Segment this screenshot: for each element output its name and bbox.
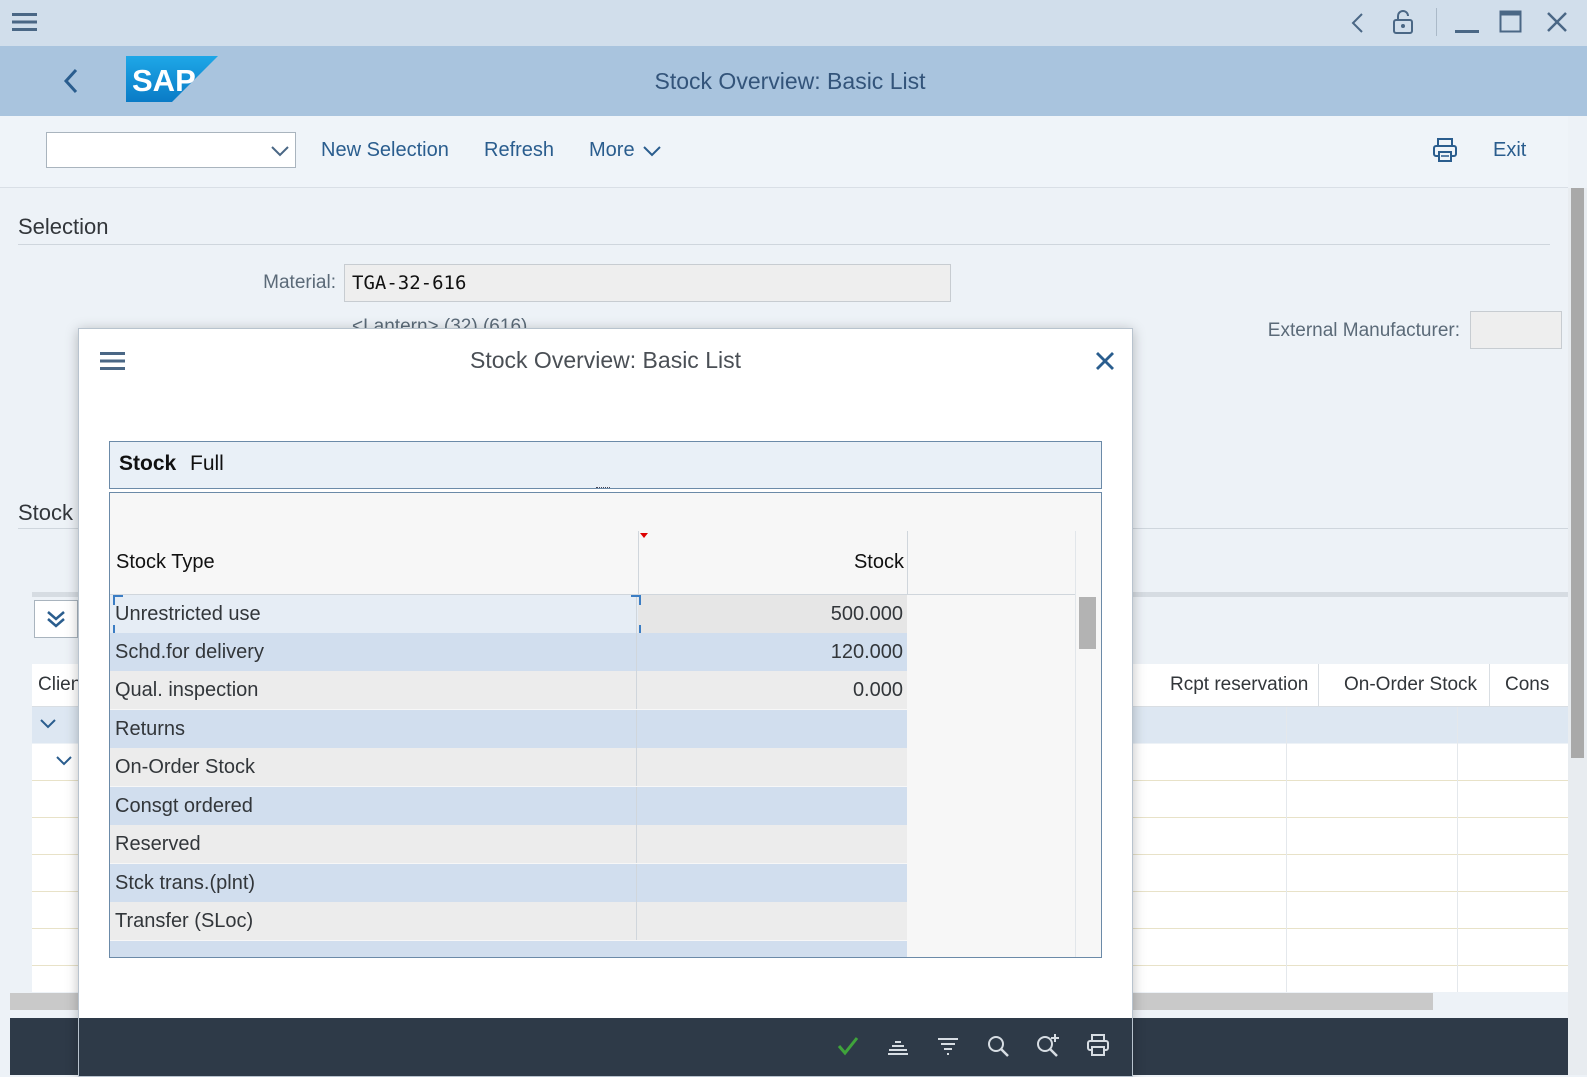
double-chevron-down-icon	[46, 609, 66, 629]
panel-header: Stock Full	[109, 441, 1102, 489]
stock-heading: Stock	[18, 500, 74, 525]
page-scrollbar-track[interactable]	[1568, 188, 1587, 1075]
application-toolbar: New Selection Refresh More Exit	[0, 116, 1568, 188]
table-row[interactable]: Qual. inspection 0.000	[110, 671, 907, 709]
close-icon[interactable]	[1095, 351, 1115, 371]
cell-stock	[638, 864, 907, 902]
table-row[interactable]: On-Order Stock	[110, 748, 907, 786]
chevron-down-icon[interactable]	[40, 719, 56, 729]
back-chevron-icon[interactable]	[62, 68, 80, 94]
divider	[18, 244, 1550, 245]
cell-stock: 0.000	[852, 679, 903, 701]
dialog-footer	[79, 1018, 1132, 1076]
table-row[interactable]: Returns	[110, 710, 907, 748]
divider	[1436, 8, 1437, 36]
cell-stock-type: Transfer (SLoc)	[110, 902, 637, 940]
unlock-icon[interactable]	[1392, 9, 1414, 35]
material-value: TGA-32-616	[352, 272, 467, 294]
col-divider	[907, 531, 908, 594]
more-label: More	[589, 139, 635, 161]
focus-frame	[113, 595, 641, 635]
more-chevron-icon	[643, 145, 661, 157]
table-row[interactable]: Transfer (SLoc)	[110, 902, 907, 940]
cell-stock: 120.000	[830, 641, 903, 663]
dialog-title: Stock Overview: Basic List	[470, 347, 741, 373]
svg-text:SAP: SAP	[132, 63, 196, 98]
table-header: Stock Type Stock	[110, 531, 1075, 595]
col-divider	[1318, 664, 1319, 706]
more-button[interactable]: More	[589, 139, 635, 162]
col-header-on-order-stock[interactable]: On-Order Stock	[1344, 674, 1477, 696]
cell-stock	[638, 710, 907, 748]
table-row[interactable]: Schd.for delivery 120.000	[110, 633, 907, 671]
chevron-down-icon	[271, 145, 289, 157]
cell-stock	[638, 787, 907, 825]
table-row[interactable]: Reserved	[110, 825, 907, 863]
page-title: Stock Overview: Basic List	[654, 68, 926, 94]
cell-stock	[638, 748, 907, 786]
table-row[interactable]: Consgt ordered	[110, 787, 907, 825]
table-row-partial[interactable]	[110, 941, 907, 957]
expand-all-button[interactable]	[34, 600, 78, 638]
cell-stock-type: Consgt ordered	[110, 787, 637, 825]
col-header-consignment[interactable]: Cons	[1505, 674, 1549, 696]
minimize-icon[interactable]	[1455, 10, 1479, 34]
col-divider	[1457, 707, 1458, 992]
chevron-down-icon[interactable]	[56, 756, 72, 766]
col-header-stock[interactable]: Stock	[638, 551, 904, 574]
selection-heading: Selection	[18, 214, 109, 239]
panel-title-bold: Stock	[119, 452, 177, 475]
cell-stock-type: Stck trans.(plnt)	[110, 864, 637, 902]
panel-title-rest: Full	[190, 452, 224, 475]
material-field[interactable]: TGA-32-616	[344, 264, 951, 302]
window-title-bar	[0, 0, 1587, 46]
search-next-icon[interactable]	[1036, 1033, 1060, 1057]
col-header-client[interactable]: Clien	[38, 674, 81, 696]
maximize-icon[interactable]	[1499, 10, 1523, 34]
col-header-stock-type[interactable]: Stock Type	[116, 551, 215, 574]
sap-logo: SAP	[126, 56, 218, 102]
cell-stock	[638, 825, 907, 863]
sort-marker-icon	[640, 533, 648, 538]
dialog-menu-icon[interactable]	[100, 351, 125, 371]
col-divider	[1286, 707, 1287, 992]
shell-bar: SAP Stock Overview: Basic List	[0, 46, 1587, 116]
material-description: <Lantern> (32) (616)	[352, 316, 528, 328]
chevron-left-icon[interactable]	[1350, 12, 1366, 34]
cell-stock-type: Returns	[110, 710, 637, 748]
print-icon[interactable]	[1087, 1034, 1109, 1056]
exit-button[interactable]: Exit	[1493, 139, 1526, 162]
col-header-rcpt-reservation[interactable]: Rcpt reservation	[1170, 674, 1308, 696]
filter-icon[interactable]	[937, 1036, 959, 1056]
table-row[interactable]: Stck trans.(plnt)	[110, 864, 907, 902]
table-scrollbar-track[interactable]	[1077, 595, 1099, 957]
material-label: Material:	[263, 272, 336, 293]
page-scrollbar-thumb[interactable]	[1571, 188, 1584, 758]
col-divider	[1075, 531, 1076, 957]
cell-stock-type: Reserved	[110, 825, 637, 863]
hamburger-menu-icon[interactable]	[12, 12, 37, 32]
close-window-icon[interactable]	[1546, 11, 1568, 33]
refresh-button[interactable]: Refresh	[484, 139, 554, 162]
cell-stock-type: Qual. inspection	[110, 671, 637, 709]
external-manufacturer-label: External Manufacturer:	[1267, 320, 1460, 341]
printer-icon[interactable]	[1433, 138, 1457, 162]
search-icon[interactable]	[987, 1035, 1009, 1057]
cell-stock-type: On-Order Stock	[110, 748, 637, 786]
cell-stock-type: Schd.for delivery	[110, 633, 637, 671]
external-manufacturer-field[interactable]	[1470, 311, 1562, 349]
table-scrollbar-thumb[interactable]	[1079, 597, 1096, 649]
splitter-handle[interactable]	[596, 487, 610, 491]
stock-table: Stock Type Stock Unrestricted use 500.00…	[109, 492, 1102, 958]
command-dropdown[interactable]	[46, 132, 296, 168]
cell-stock	[638, 902, 907, 940]
stock-overview-dialog: Stock Overview: Basic List Stock Full St…	[78, 328, 1133, 1077]
new-selection-button[interactable]: New Selection	[321, 139, 449, 162]
checkmark-icon[interactable]	[837, 1036, 859, 1056]
cell-stock: 500.000	[638, 595, 907, 633]
sort-ascending-icon[interactable]	[887, 1036, 909, 1056]
col-divider	[1489, 664, 1490, 706]
